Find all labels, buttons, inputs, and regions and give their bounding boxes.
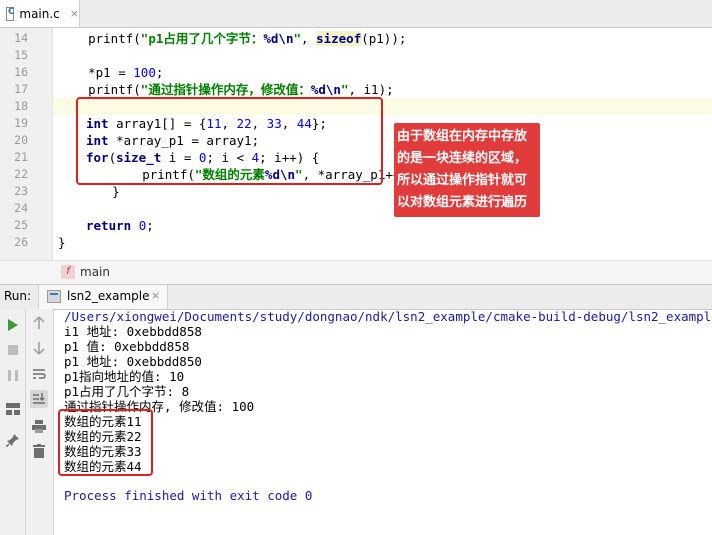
line-number: 17 bbox=[14, 82, 28, 96]
line-number: 25 bbox=[14, 218, 28, 232]
print-icon[interactable] bbox=[30, 417, 48, 435]
code-text: printf( bbox=[58, 82, 141, 97]
annotation-line: 以对数组元素进行遍历 bbox=[397, 195, 528, 210]
code-line-23: } bbox=[82, 183, 120, 200]
code-highlight-box bbox=[76, 97, 383, 185]
trash-icon[interactable] bbox=[30, 442, 48, 460]
line-number: 16 bbox=[14, 65, 28, 79]
pin-icon[interactable] bbox=[4, 431, 22, 449]
line-number: 20 bbox=[14, 133, 28, 147]
code-text: , i1); bbox=[348, 82, 394, 97]
up-arrow-icon[interactable] bbox=[30, 314, 48, 332]
console-line: p1占用了几个字节: 8 bbox=[64, 384, 190, 399]
line-number: 19 bbox=[14, 116, 28, 130]
code-text: ; bbox=[155, 65, 164, 80]
c-file-icon: C bbox=[6, 6, 15, 21]
code-editor[interactable]: 14 15 16 17 18 19 20 21 22 23 24 25 26 p… bbox=[0, 28, 712, 260]
close-icon[interactable]: × bbox=[151, 289, 160, 302]
number-literal: 100 bbox=[133, 65, 156, 80]
editor-tab-label: main.c bbox=[19, 6, 60, 21]
function-icon: f bbox=[61, 265, 75, 279]
code-line-26: } bbox=[58, 234, 66, 251]
annotation-line: 由于数组在内存中存放 bbox=[397, 129, 528, 144]
code-text: , bbox=[301, 31, 317, 46]
run-toolwindow-header: Run: lsn2_example × bbox=[0, 284, 712, 310]
code-line-16: *p1 = 100; bbox=[58, 64, 163, 81]
run-icon[interactable] bbox=[4, 316, 22, 334]
code-text: } bbox=[58, 235, 66, 250]
editor-tab-bar: C main.c × bbox=[0, 0, 712, 28]
run-control-toolbar bbox=[0, 309, 26, 535]
run-tab-label: lsn2_example bbox=[67, 289, 150, 303]
format-specifier: %d\n bbox=[263, 31, 294, 46]
keyword: return bbox=[86, 218, 132, 233]
string-literal: "通过指针操作内存，修改值： bbox=[140, 82, 311, 97]
console-output[interactable]: /Users/xiongwei/Documents/study/dongnao/… bbox=[60, 308, 712, 534]
code-text: ; bbox=[146, 218, 154, 233]
annotation-line: 所以通过操作指针就可 bbox=[397, 173, 528, 188]
console-action-toolbar bbox=[26, 309, 54, 535]
down-arrow-icon[interactable] bbox=[30, 339, 48, 357]
line-number: 14 bbox=[14, 31, 28, 45]
application-icon bbox=[47, 290, 61, 303]
format-specifier: %d\n bbox=[310, 82, 341, 97]
line-number: 21 bbox=[14, 150, 28, 164]
code-text: *p1 = bbox=[58, 65, 134, 80]
c-file-badge: C bbox=[8, 6, 15, 17]
scroll-to-end-icon[interactable] bbox=[30, 390, 48, 408]
code-line-17: printf("通过指针操作内存，修改值：%d\n", i1); bbox=[58, 81, 394, 98]
code-text: } bbox=[82, 184, 120, 199]
stop-icon[interactable] bbox=[4, 341, 22, 359]
breadcrumb: f main bbox=[0, 260, 712, 284]
console-line: p1 值: 0xebbdd858 bbox=[64, 339, 190, 354]
layout-icon[interactable] bbox=[4, 400, 22, 418]
line-number: 24 bbox=[14, 201, 28, 215]
editor-tab-main-c[interactable]: C main.c × bbox=[0, 0, 80, 27]
run-tab-lsn2-example[interactable]: lsn2_example × bbox=[38, 285, 168, 309]
annotation-line: 的是一块连续的区域， bbox=[397, 151, 528, 166]
string-literal: " bbox=[293, 31, 302, 46]
line-number: 18 bbox=[14, 99, 28, 113]
close-icon[interactable]: × bbox=[70, 7, 79, 20]
console-line: p1 地址: 0xebbdd850 bbox=[64, 354, 202, 369]
console-exit-message: Process finished with exit code 0 bbox=[64, 488, 313, 503]
console-line: p1指向地址的值: 10 bbox=[64, 369, 185, 384]
annotation-callout: 由于数组在内存中存放 的是一块连续的区域， 所以通过操作指针就可 以对数组元素进… bbox=[394, 123, 540, 217]
console-line: i1 地址: 0xebbdd858 bbox=[64, 324, 202, 339]
code-text: printf( bbox=[58, 31, 141, 46]
line-number: 23 bbox=[14, 184, 28, 198]
breadcrumb-item-main[interactable]: main bbox=[80, 265, 110, 279]
code-line-14: printf("p1占用了几个字节：%d\n", sizeof(p1)); bbox=[58, 30, 406, 47]
code-line-25: return 0; bbox=[86, 217, 154, 234]
code-text: (p1)); bbox=[361, 31, 407, 46]
console-command-path: /Users/xiongwei/Documents/study/dongnao/… bbox=[64, 309, 712, 324]
pause-icon[interactable] bbox=[4, 366, 22, 384]
output-highlight-box bbox=[58, 409, 153, 476]
line-number-gutter: 14 15 16 17 18 19 20 21 22 23 24 25 26 bbox=[0, 28, 53, 260]
string-literal: "p1占用了几个字节： bbox=[140, 31, 264, 46]
run-label: Run: bbox=[4, 289, 32, 303]
line-number: 22 bbox=[14, 167, 28, 181]
line-number: 15 bbox=[14, 48, 28, 62]
keyword: sizeof bbox=[316, 31, 362, 46]
soft-wrap-icon[interactable] bbox=[30, 365, 48, 383]
line-number: 26 bbox=[14, 235, 28, 249]
